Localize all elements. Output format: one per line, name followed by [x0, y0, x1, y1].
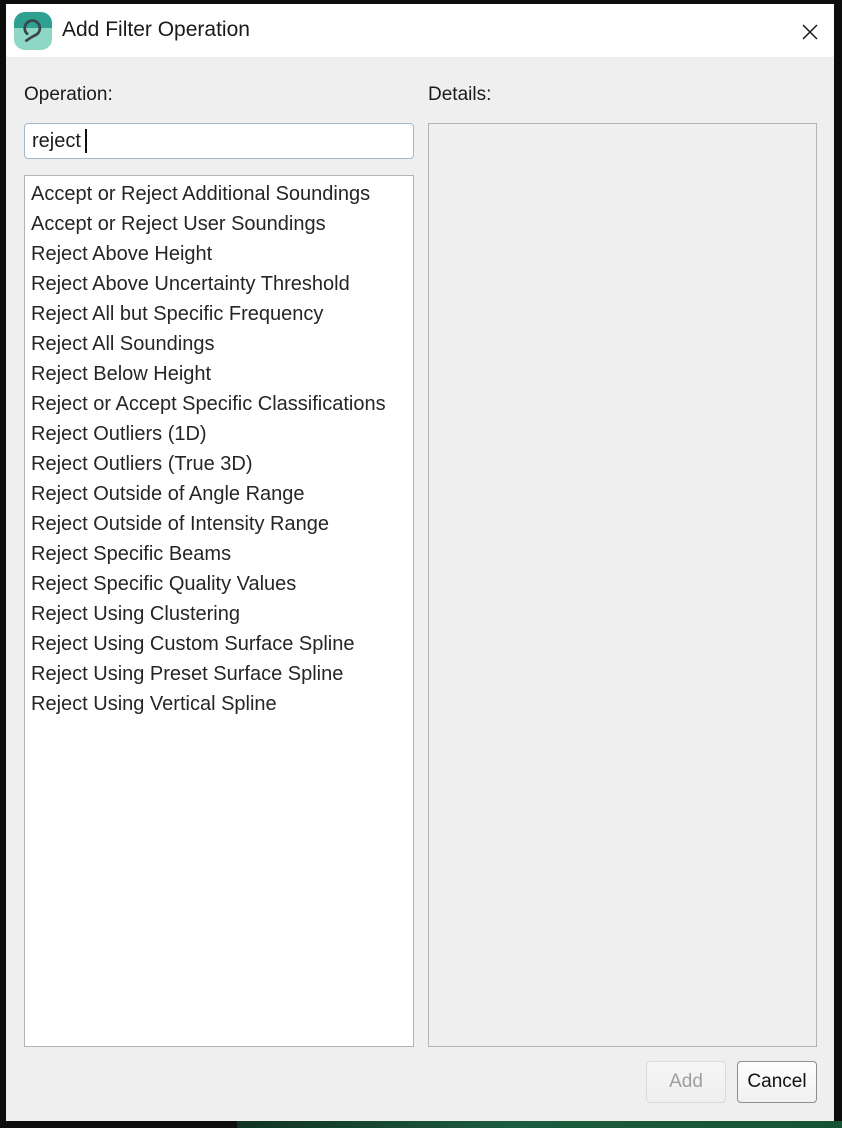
operation-list-item[interactable]: Reject All but Specific Frequency [25, 299, 413, 329]
operation-list-item[interactable]: Reject Using Vertical Spline [25, 689, 413, 719]
operation-list-item[interactable]: Reject Below Height [25, 359, 413, 389]
operation-list[interactable]: Accept or Reject Additional Soundings Acc… [24, 175, 414, 1047]
add-filter-operation-dialog: Add Filter Operation Operation: Details:… [6, 4, 834, 1121]
operation-label: Operation: [24, 84, 113, 105]
qimera-app-icon [14, 12, 52, 50]
text-caret [85, 129, 87, 153]
operation-list-item[interactable]: Reject All Soundings [25, 329, 413, 359]
swirl-icon [23, 19, 42, 42]
cancel-button[interactable]: Cancel [737, 1061, 817, 1103]
dialog-titlebar[interactable]: Add Filter Operation [6, 4, 834, 58]
operation-list-item[interactable]: Reject Using Custom Surface Spline [25, 629, 413, 659]
operation-list-item[interactable]: Reject Above Height [25, 239, 413, 269]
operation-list-item[interactable]: Reject Specific Beams [25, 539, 413, 569]
screen: Add Filter Operation Operation: Details:… [0, 0, 842, 1128]
operation-list-item[interactable]: Reject or Accept Specific Classification… [25, 389, 413, 419]
operation-list-item[interactable]: Reject Specific Quality Values [25, 569, 413, 599]
operation-list-item[interactable]: Reject Using Preset Surface Spline [25, 659, 413, 689]
operation-list-item[interactable]: Accept or Reject Additional Soundings [25, 179, 413, 209]
operation-list-item[interactable]: Reject Using Clustering [25, 599, 413, 629]
details-panel [428, 123, 817, 1047]
add-button[interactable]: Add [646, 1061, 726, 1103]
dialog-title: Add Filter Operation [62, 18, 250, 41]
details-label: Details: [428, 84, 492, 105]
background-app-strip [237, 1121, 842, 1128]
operation-list-item[interactable]: Reject Outside of Angle Range [25, 479, 413, 509]
operation-list-item[interactable]: Accept or Reject User Soundings [25, 209, 413, 239]
operation-search-input[interactable] [24, 123, 414, 159]
close-button[interactable] [796, 18, 824, 46]
operation-list-item[interactable]: Reject Above Uncertainty Threshold [25, 269, 413, 299]
operation-list-item[interactable]: Reject Outliers (1D) [25, 419, 413, 449]
close-x-icon [802, 24, 818, 40]
operation-list-item[interactable]: Reject Outside of Intensity Range [25, 509, 413, 539]
operation-list-item[interactable]: Reject Outliers (True 3D) [25, 449, 413, 479]
operation-search-wrap [24, 123, 414, 159]
